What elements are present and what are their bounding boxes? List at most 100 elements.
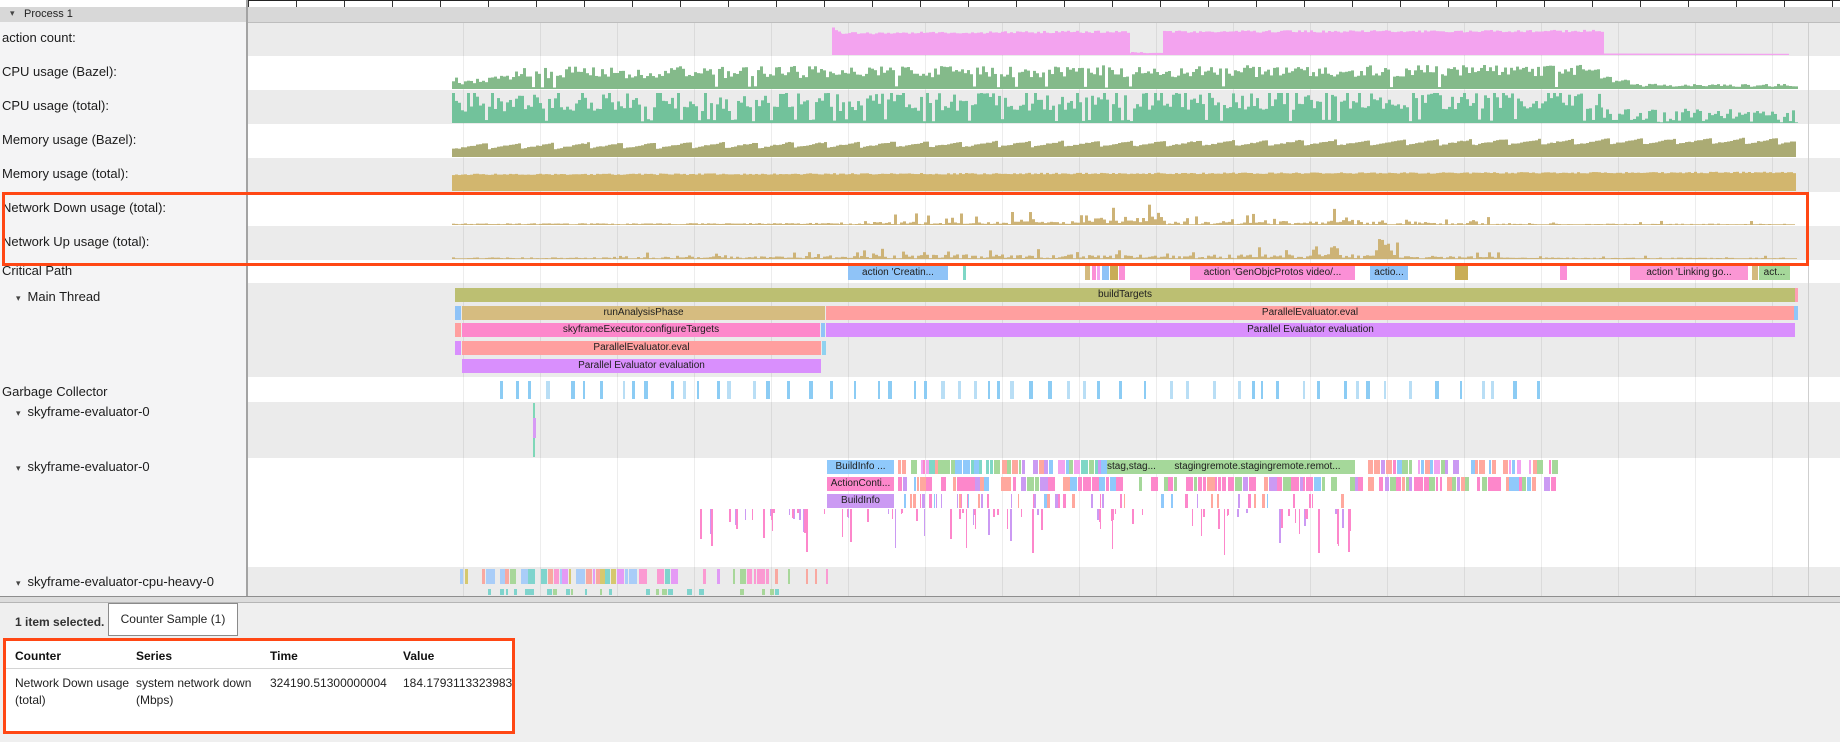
trace-span[interactable]: buildTargets [455,288,1795,302]
gc-tick[interactable] [600,381,603,399]
trace-span-sliver[interactable] [1203,477,1206,491]
trace-span-sliver[interactable] [576,569,585,584]
trace-span-sliver[interactable] [1092,477,1098,491]
trace-span-sliver[interactable] [1111,509,1113,521]
trace-span-sliver[interactable] [1063,494,1066,508]
trace-span-sliver[interactable] [1402,477,1405,491]
trace-span-sliver[interactable] [941,477,946,491]
trace-span-sliver[interactable] [950,509,952,539]
trace-span-sliver[interactable] [710,509,712,534]
trace-span-sliver[interactable] [1238,494,1240,508]
trace-span-sliver[interactable] [617,569,624,584]
trace-span-sliver[interactable] [1430,460,1433,474]
gc-tick[interactable] [1356,381,1359,399]
trace-span-sliver[interactable] [1381,460,1385,474]
trace-span-sliver[interactable] [1795,288,1798,302]
trace-span[interactable]: BuildInfo [827,494,894,508]
gc-tick[interactable] [683,381,685,399]
trace-span-sliver[interactable] [1218,509,1220,529]
trace-span-sliver[interactable] [1010,509,1012,541]
trace-span-sliver[interactable] [975,509,977,529]
gc-tick[interactable] [1261,381,1263,399]
trace-span-sliver[interactable] [951,460,955,474]
trace-span-sliver[interactable] [1013,477,1016,491]
trace-span-sliver[interactable] [482,569,485,584]
trace-span-sliver[interactable] [1089,477,1091,491]
col-header-time[interactable]: Time [270,649,298,663]
gc-tick[interactable] [1213,381,1216,399]
trace-span-sliver[interactable] [1091,494,1093,508]
trace-span-sliver[interactable] [1379,477,1383,491]
trace-span-sliver[interactable] [1032,509,1034,553]
trace-span-sliver[interactable] [752,509,754,520]
net-up-chart[interactable] [0,226,1840,260]
trace-span-sliver[interactable] [902,509,904,513]
gc-tick[interactable] [958,381,961,399]
gc-tick[interactable] [1252,381,1255,399]
trace-span-sliver[interactable] [1269,477,1277,491]
trace-span-sliver[interactable] [1007,509,1009,529]
trace-span-sliver[interactable] [1414,477,1420,491]
trace-span-sliver[interactable] [1171,494,1173,508]
trace-span-sliver[interactable] [1215,477,1217,491]
trace-span-sliver[interactable] [562,569,568,584]
trace-span-sliver[interactable] [1254,494,1256,508]
trace-span-sliver[interactable] [593,569,595,584]
trace-span-sliver[interactable] [984,477,989,491]
gc-tick[interactable] [644,381,648,399]
trace-span-sliver[interactable] [1453,460,1459,474]
trace-span-sliver[interactable] [1078,477,1082,491]
trace-span-sliver[interactable] [961,494,963,508]
trace-span-sliver[interactable] [656,589,659,595]
trace-span-sliver[interactable] [926,460,928,474]
trace-span-sliver[interactable] [911,460,917,474]
trace-span-sliver[interactable] [486,569,495,584]
mem-total-chart[interactable] [0,158,1840,192]
trace-span-sliver[interactable] [1102,265,1109,280]
action-count-chart[interactable] [0,22,1840,56]
gc-tick[interactable] [1384,381,1386,399]
trace-span-sliver[interactable] [1227,509,1229,515]
process-header[interactable]: ▾ Process 1 [0,7,1840,23]
trace-span-sliver[interactable] [957,477,963,491]
trace-span-sliver[interactable] [1007,460,1011,474]
trace-span[interactable]: actio... [1370,265,1408,280]
trace-span-sliver[interactable] [1397,460,1402,474]
gc-tick[interactable] [1491,381,1495,399]
trace-span-sliver[interactable] [968,494,969,508]
trace-span-sliver[interactable] [1100,509,1102,529]
trace-span-sliver[interactable] [770,589,774,595]
trace-span-sliver[interactable] [1058,494,1060,508]
trace-span-sliver[interactable] [1264,477,1269,491]
trace-span-sliver[interactable] [1222,477,1226,491]
trace-span-sliver[interactable] [821,323,825,337]
gc-tick[interactable] [1119,381,1122,399]
trace-span-sliver[interactable] [1279,509,1281,543]
trace-span-sliver[interactable] [892,509,894,519]
collapse-triangle-icon[interactable]: ▾ [16,578,21,588]
trace-span-sliver[interactable] [955,460,962,474]
trace-span-sliver[interactable] [1217,494,1219,508]
gc-tick[interactable] [1144,381,1146,399]
trace-span-sliver[interactable] [967,477,974,491]
trace-span-sliver[interactable] [1447,477,1452,491]
trace-span[interactable]: ActionConti... [827,477,894,491]
trace-span-sliver[interactable] [1409,460,1412,474]
trace-span-sliver[interactable] [609,589,612,595]
trace-span-sliver[interactable] [700,509,702,539]
trace-span-sliver[interactable] [920,477,926,491]
trace-span-sliver[interactable] [898,477,902,491]
trace-span-sliver[interactable] [1318,509,1320,553]
trace-span-sliver[interactable] [1560,265,1567,280]
trace-span-sliver[interactable] [1475,460,1478,474]
net-down-chart[interactable] [0,192,1840,226]
trace-span-sliver[interactable] [979,460,982,474]
trace-span-sliver[interactable] [1503,460,1508,474]
gc-tick[interactable] [727,381,730,399]
gc-tick[interactable] [697,381,700,399]
trace-span-sliver[interactable] [788,569,790,584]
trace-span-sliver[interactable] [804,509,806,533]
trace-span-sliver[interactable] [1185,494,1187,508]
trace-span-sliver[interactable] [571,589,573,595]
trace-span-sliver[interactable] [1267,494,1268,508]
